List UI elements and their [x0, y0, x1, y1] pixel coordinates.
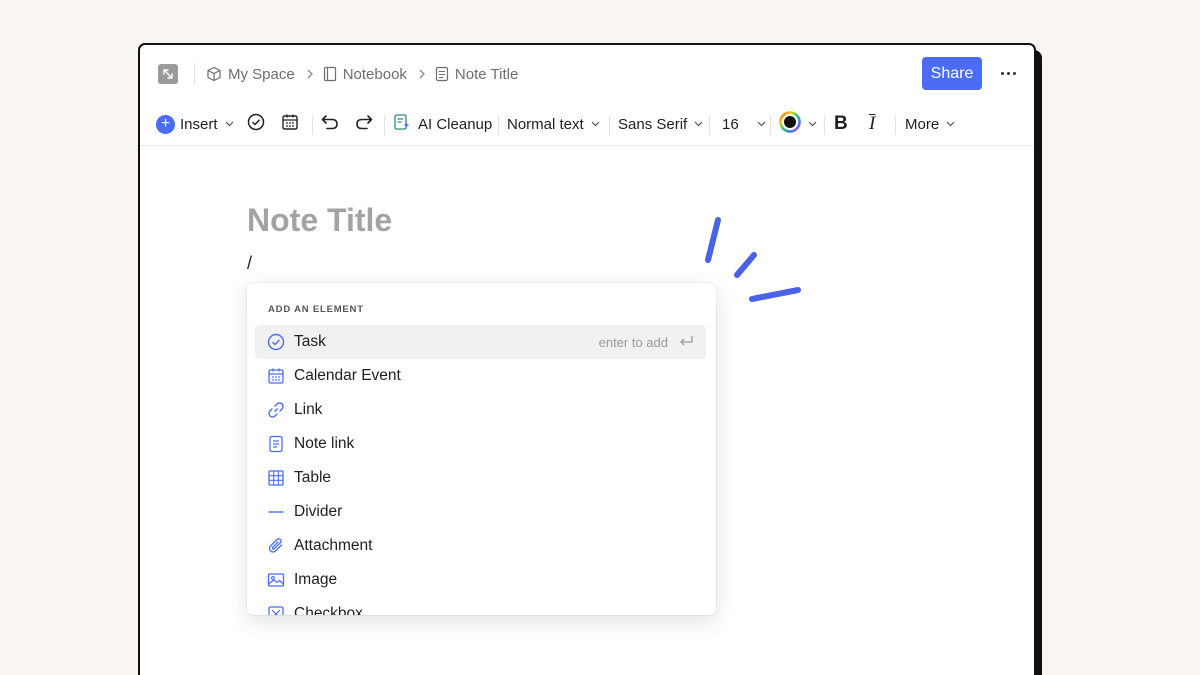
more-label: More — [905, 115, 940, 133]
note-title-placeholder[interactable]: Note Title — [247, 202, 392, 239]
menu-item-checkbox[interactable]: Checkbox — [255, 597, 706, 615]
undo-icon — [320, 113, 340, 135]
toolbar-divider — [609, 115, 610, 135]
menu-item-label: Task — [294, 333, 326, 350]
menu-list: Task enter to add Calendar Event Link No… — [255, 325, 706, 615]
breadcrumb-label: Note Title — [454, 65, 519, 83]
enter-hint: enter to add — [598, 334, 668, 350]
toolbar-divider — [824, 115, 825, 135]
italic-icon: I — [869, 113, 876, 134]
share-button[interactable]: Share — [922, 57, 982, 90]
font-family-dropdown[interactable]: Sans Serif — [618, 109, 703, 139]
menu-item-label: Note link — [294, 435, 355, 452]
toolbar-divider — [770, 115, 771, 135]
breadcrumb-my-space[interactable]: My Space — [206, 66, 295, 83]
plus-icon: + — [156, 114, 175, 134]
enter-key-icon — [678, 334, 694, 353]
calendar-icon — [267, 367, 285, 385]
font-size-dropdown[interactable]: 16 — [722, 109, 766, 139]
check-circle-icon — [267, 333, 285, 351]
menu-item-label: Image — [294, 571, 338, 588]
breadcrumb-label: My Space — [228, 65, 295, 83]
menu-item-table[interactable]: Table — [255, 461, 706, 495]
menu-item-label: Checkbox — [294, 605, 363, 615]
chevron-right-icon — [418, 69, 426, 79]
cube-icon — [206, 66, 222, 82]
bold-icon: B — [834, 113, 848, 134]
redo-button[interactable] — [354, 109, 374, 139]
collapse-icon[interactable] — [158, 64, 178, 84]
menu-item-label: Table — [294, 469, 332, 486]
menu-item-label: Divider — [294, 503, 343, 520]
ai-sparkle-icon — [393, 113, 411, 135]
font-family-value: Sans Serif — [618, 115, 688, 133]
editor-current-line[interactable]: / — [247, 253, 252, 274]
document-icon — [435, 66, 449, 82]
menu-item-divider[interactable]: Divider — [255, 495, 706, 529]
italic-button[interactable]: I — [869, 109, 875, 139]
chevron-down-icon — [225, 119, 234, 130]
task-button[interactable] — [247, 109, 265, 139]
emphasis-strokes-icon — [705, 217, 801, 302]
paperclip-icon — [267, 537, 285, 555]
more-formatting-dropdown[interactable]: More — [905, 109, 955, 139]
toolbar-divider — [498, 115, 499, 135]
header-bar: My Space Notebook Note Title Share — [140, 45, 1034, 103]
chevron-down-icon — [946, 119, 955, 130]
note-link-icon — [267, 435, 285, 453]
divider-icon — [267, 503, 285, 521]
link-icon — [267, 401, 285, 419]
text-color-picker[interactable] — [779, 109, 817, 139]
toolbar-divider — [895, 115, 896, 135]
calendar-button[interactable] — [281, 109, 299, 139]
breadcrumb: My Space Notebook Note Title — [206, 63, 518, 85]
menu-heading: ADD AN ELEMENT — [268, 304, 364, 315]
menu-item-image[interactable]: Image — [255, 563, 706, 597]
color-wheel-icon — [779, 111, 801, 137]
insert-label: Insert — [180, 115, 218, 133]
more-options-icon[interactable] — [996, 61, 1020, 85]
bold-button[interactable]: B — [834, 109, 848, 139]
toolbar-divider — [312, 115, 313, 135]
add-element-menu: ADD AN ELEMENT Task enter to add Calenda… — [247, 283, 716, 615]
chevron-down-icon — [591, 119, 600, 130]
notebook-icon — [323, 66, 337, 82]
table-icon — [267, 469, 285, 487]
header-divider — [194, 63, 195, 85]
formatting-toolbar: + Insert AI Cleanup Normal text Sans Ser… — [140, 103, 1034, 146]
toolbar-divider — [709, 115, 710, 135]
ai-cleanup-button[interactable]: AI Cleanup — [393, 109, 492, 139]
check-circle-icon — [247, 113, 265, 135]
menu-item-calendar-event[interactable]: Calendar Event — [255, 359, 706, 393]
menu-item-label: Calendar Event — [294, 367, 401, 384]
toolbar-divider — [384, 115, 385, 135]
menu-item-label: Link — [294, 401, 323, 418]
menu-item-attachment[interactable]: Attachment — [255, 529, 706, 563]
font-size-value: 16 — [722, 115, 739, 133]
checkbox-icon — [267, 605, 285, 615]
breadcrumb-note-title[interactable]: Note Title — [435, 66, 518, 83]
text-style-dropdown[interactable]: Normal text — [507, 109, 600, 139]
chevron-down-icon — [757, 119, 766, 130]
menu-item-link[interactable]: Link — [255, 393, 706, 427]
editor-window: My Space Notebook Note Title Share + Ins… — [138, 43, 1036, 675]
calendar-icon — [281, 113, 299, 135]
chevron-right-icon — [306, 69, 314, 79]
menu-item-label: Attachment — [294, 537, 373, 554]
insert-button[interactable]: + Insert — [156, 109, 234, 139]
undo-button[interactable] — [320, 109, 340, 139]
breadcrumb-notebook[interactable]: Notebook — [323, 66, 407, 83]
redo-icon — [354, 113, 374, 135]
breadcrumb-label: Notebook — [342, 65, 407, 83]
menu-item-task[interactable]: Task enter to add — [255, 325, 706, 359]
ai-cleanup-label: AI Cleanup — [418, 115, 493, 133]
chevron-down-icon — [808, 119, 817, 130]
menu-item-note-link[interactable]: Note link — [255, 427, 706, 461]
image-icon — [267, 571, 285, 589]
text-style-value: Normal text — [507, 115, 584, 133]
chevron-down-icon — [694, 119, 703, 130]
